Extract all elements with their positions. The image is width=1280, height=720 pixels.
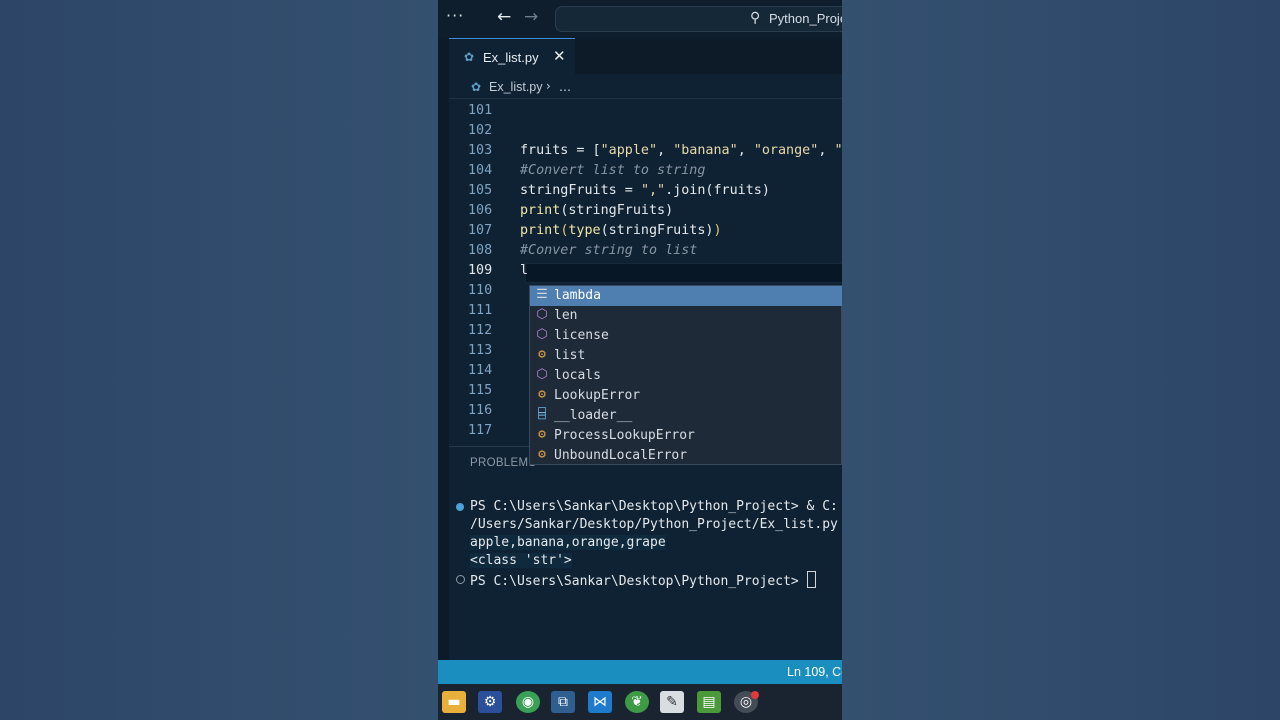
function-icon: ⬡	[536, 327, 548, 342]
settings-app-icon[interactable]: ⚙	[478, 691, 502, 713]
breadcrumb-more[interactable]: ...	[559, 79, 571, 94]
suggestion-item[interactable]: ⌸ __loader__	[530, 406, 842, 426]
vscode-icon[interactable]: ⋈	[588, 691, 612, 713]
vscode-window: ··· ← → ⚲ Python_Proje ✿ Ex_list.py ✕ ✿ …	[438, 0, 842, 720]
status-bar: Ln 109, Co	[438, 660, 842, 684]
terminal-line: <class 'str'>	[470, 553, 572, 568]
code-line: 108 #Conver string to list	[468, 243, 698, 258]
os-taskbar: ▬ ⚙ ◉ ⧉ ⋈ ❦ ✎ ▤ ◎	[438, 684, 842, 720]
notepad-icon[interactable]: ▤	[697, 691, 721, 713]
class-icon: ⚙	[538, 427, 546, 442]
suggestion-item[interactable]: ⬡ license	[530, 326, 842, 346]
code-line: 104 #Convert list to string	[468, 163, 706, 178]
back-arrow-icon[interactable]: ←	[497, 7, 511, 27]
class-icon: ⚙	[538, 347, 546, 362]
current-line-highlight	[525, 263, 842, 283]
python-file-icon: ✿	[464, 50, 475, 64]
suggestion-item[interactable]: ⚙ UnboundLocalError	[530, 446, 842, 466]
title-bar: ··· ← → ⚲ Python_Proje	[438, 0, 842, 38]
tab-ex-list[interactable]: ✿ Ex_list.py ✕	[449, 38, 575, 74]
activity-strip	[438, 74, 449, 660]
chevron-right-icon: ›	[546, 79, 551, 93]
search-icon: ⚲	[750, 10, 761, 26]
autocomplete-popup: ☰ lambda ⬡ len ⬡ license ⚙ list ⬡ locals…	[529, 285, 842, 465]
breadcrumb: ✿ Ex_list.py › ...	[438, 74, 842, 99]
code-line: 102	[468, 123, 493, 138]
terminal-line: PS C:\Users\Sankar\Desktop\Python_Projec…	[470, 499, 838, 514]
command-center-search[interactable]: ⚲ Python_Proje	[555, 6, 842, 32]
function-icon: ⬡	[536, 307, 548, 322]
app-icon[interactable]: ⧉	[551, 691, 575, 713]
terminal-line: apple,banana,orange,grape	[470, 535, 666, 550]
more-actions-icon[interactable]: ···	[446, 6, 464, 25]
suggestion-item[interactable]: ⚙ ProcessLookupError	[530, 426, 842, 446]
class-icon: ⚙	[538, 387, 546, 402]
suggestion-item[interactable]: ☰ lambda	[530, 286, 842, 306]
variable-icon: ⌸	[538, 407, 546, 422]
code-line: 105 stringFruits = ",".join(fruits)	[468, 183, 770, 198]
notification-dot-icon	[751, 691, 759, 699]
file-explorer-icon[interactable]: ▬	[442, 691, 466, 713]
terminal-prompt[interactable]: PS C:\Users\Sankar\Desktop\Python_Projec…	[470, 571, 816, 589]
command-success-dot-icon	[456, 503, 464, 511]
suggestion-item[interactable]: ⬡ locals	[530, 366, 842, 386]
tab-label: Ex_list.py	[483, 50, 539, 65]
current-code-line: 109 l	[449, 263, 842, 283]
keyword-icon: ☰	[536, 287, 548, 302]
close-icon[interactable]: ✕	[553, 47, 566, 65]
function-icon: ⬡	[536, 367, 548, 382]
forward-arrow-icon[interactable]: →	[524, 7, 538, 27]
suggestion-item[interactable]: ⚙ LookupError	[530, 386, 842, 406]
code-line: 103 fruits = ["apple", "banana", "orange"…	[468, 143, 842, 158]
terminal-cursor	[806, 571, 816, 588]
search-text: Python_Proje	[769, 11, 842, 26]
command-pending-dot-icon	[456, 575, 465, 584]
code-line: 107 print(type(stringFruits))	[468, 223, 722, 238]
tool-icon[interactable]: ✎	[660, 691, 684, 713]
tab-problems[interactable]: PROBLEMS	[470, 457, 536, 469]
suggestion-item[interactable]: ⚙ list	[530, 346, 842, 366]
spring-icon[interactable]: ❦	[625, 691, 649, 713]
background-right	[842, 0, 1280, 720]
suggestion-item[interactable]: ⬡ len	[530, 306, 842, 326]
chrome-icon[interactable]: ◉	[516, 691, 540, 713]
terminal-line: /Users/Sankar/Desktop/Python_Project/Ex_…	[470, 517, 838, 532]
bottom-panel: PROBLEMS PS C:\Users\Sankar\Desktop\Pyth…	[449, 446, 842, 661]
background-left	[0, 0, 438, 720]
code-line: 101	[468, 103, 493, 118]
breadcrumb-file[interactable]: Ex_list.py	[489, 80, 543, 94]
code-line: 106 print(stringFruits)	[468, 203, 674, 218]
class-icon: ⚙	[538, 447, 546, 462]
cursor-position-status[interactable]: Ln 109, Co	[787, 665, 842, 679]
python-file-icon: ✿	[471, 80, 482, 94]
